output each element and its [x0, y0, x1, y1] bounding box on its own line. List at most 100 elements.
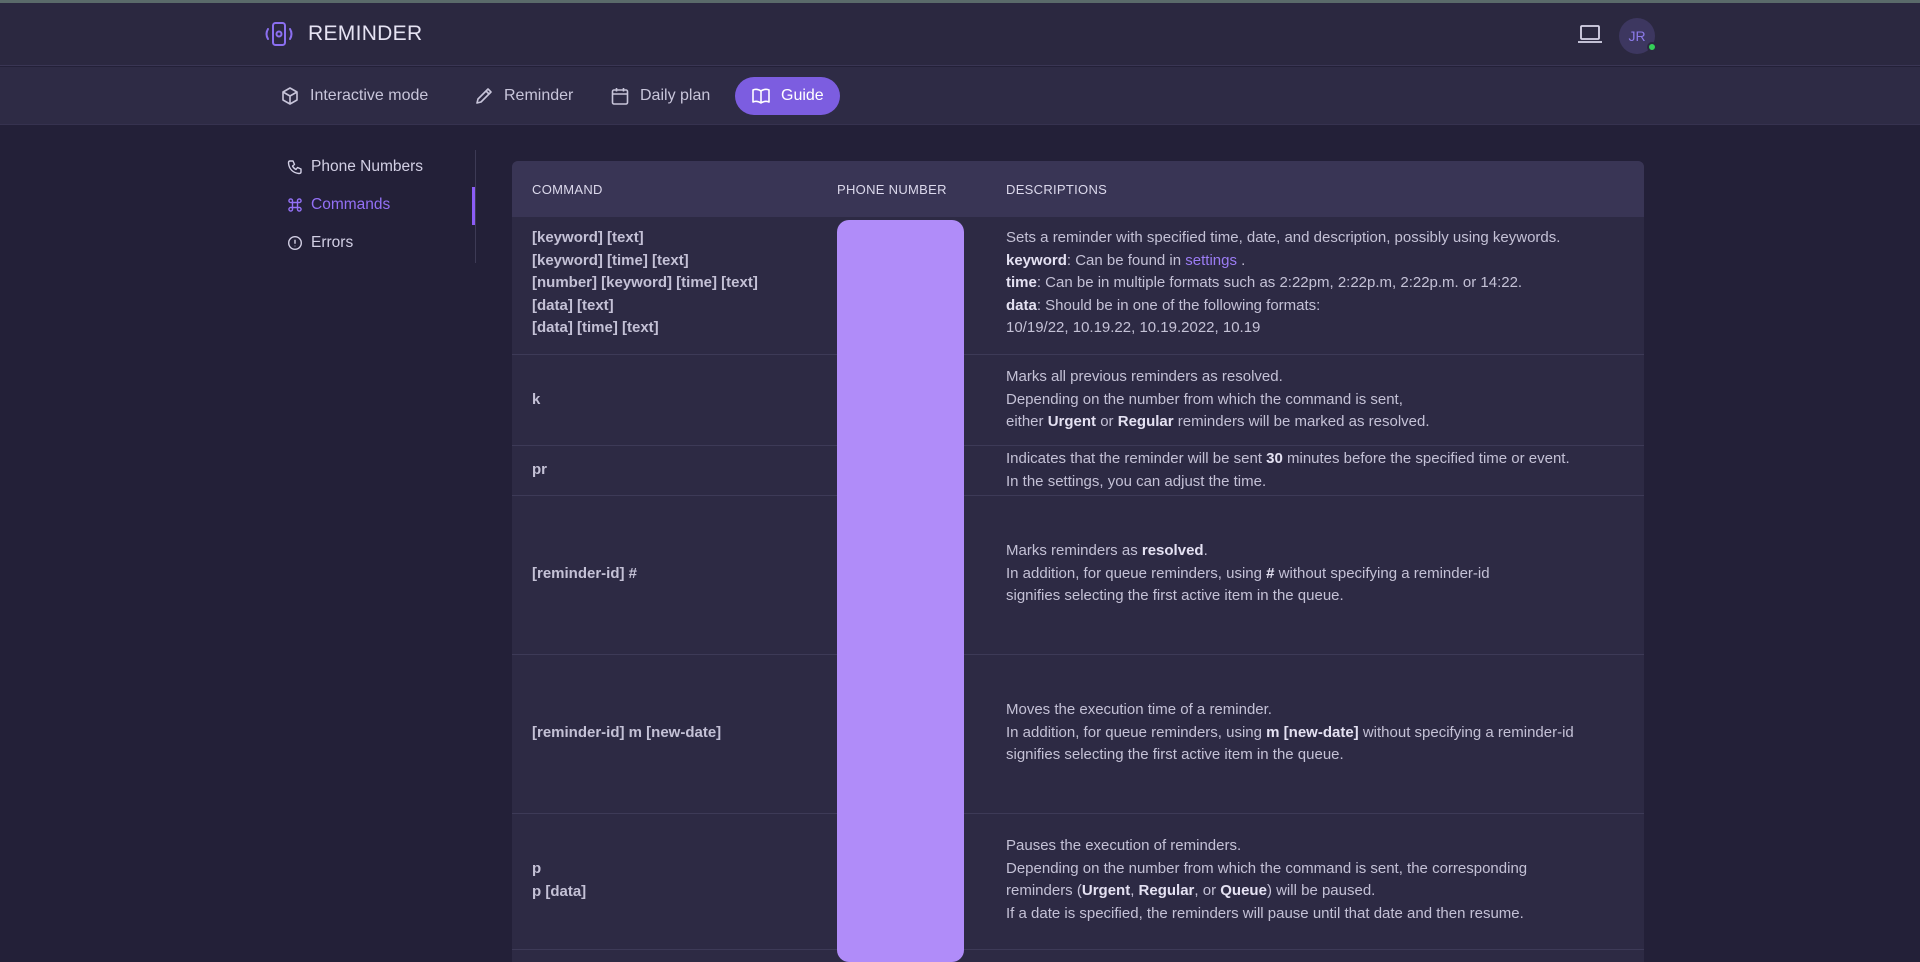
brand[interactable]: REMINDER [262, 20, 422, 48]
column-header-phone-number: PHONE NUMBER [837, 182, 947, 197]
table-row: [reminder-id] m [new-date] Moves the exe… [512, 654, 1644, 813]
description-line: time: Can be in multiple formats such as… [1006, 272, 1631, 295]
cube-icon [282, 87, 298, 105]
description-text: , [1130, 882, 1139, 899]
sidebar-item-phone-numbers[interactable]: Phone Numbers [287, 155, 423, 179]
user-avatar[interactable]: JR [1619, 18, 1657, 54]
description-line: signifies selecting the first active ite… [1006, 587, 1344, 604]
description-line: In addition, for queue reminders, using … [1006, 563, 1631, 586]
tab-label: Interactive mode [310, 87, 429, 104]
description-text: without specifying a reminder-id [1274, 564, 1490, 582]
tab-label: Reminder [504, 87, 574, 104]
sidebar-item-label: Phone Numbers [311, 158, 424, 175]
command-text: p [532, 860, 542, 877]
term: 30 [1266, 450, 1283, 467]
guide-sidebar: Phone Numbers Commands Errors [270, 150, 476, 263]
tab-interactive-mode[interactable]: Interactive mode [264, 77, 444, 115]
term: # [1266, 564, 1275, 582]
command-text: [reminder-id] m [new-date] [532, 724, 722, 741]
command-cell: [keyword] [text] [keyword] [time] [text]… [532, 227, 758, 340]
tab-reminder[interactable]: Reminder [458, 77, 589, 115]
description-line: If a date is specified, the reminders wi… [1006, 904, 1524, 922]
main-nav: Interactive mode Reminder Daily plan Gui… [0, 67, 1920, 125]
sidebar-item-errors[interactable]: Errors [287, 231, 353, 255]
pencil-icon [476, 88, 492, 104]
table-row [512, 949, 1644, 962]
description-text: reminders ( [1006, 882, 1082, 899]
description-cell: Pauses the execution of reminders. Depen… [1006, 835, 1631, 925]
description-line: Depending on the number from which the c… [1006, 390, 1403, 408]
description-text: ) will be paused. [1266, 882, 1376, 899]
description-line: In the settings, you can adjust the time… [1006, 472, 1267, 490]
term: Regular [1138, 882, 1195, 899]
description-text: In addition, for queue reminders, using [1006, 564, 1267, 582]
command-text: pr [532, 461, 547, 478]
term: m [new-date] [1266, 723, 1359, 741]
command-cell: pr [532, 459, 547, 482]
command-cell: [reminder-id] # [532, 563, 637, 586]
term: time [1006, 274, 1037, 291]
phone-number-redaction [837, 220, 964, 962]
description-line: Indicates that the reminder will be sent… [1006, 448, 1631, 471]
description-line: signifies selecting the first active ite… [1006, 746, 1344, 763]
description-text: : Can be in multiple formats such as 2:2… [1036, 274, 1523, 291]
sidebar-active-indicator [472, 187, 475, 225]
description-cell: Marks reminders as resolved. In addition… [1006, 540, 1631, 608]
description-text: . [1236, 251, 1246, 269]
settings-link[interactable]: settings [1185, 252, 1237, 269]
command-text: [reminder-id] # [532, 565, 638, 582]
commands-table: COMMAND PHONE NUMBER DESCRIPTIONS [keywo… [512, 161, 1644, 962]
command-text: p [data] [532, 882, 587, 900]
description-text: : Can be found in [1066, 251, 1186, 269]
phone-vibrate-icon [265, 22, 293, 46]
description-line: Pauses the execution of reminders. [1006, 837, 1242, 854]
phone-icon [287, 160, 302, 175]
description-line: Moves the execution time of a reminder. [1006, 701, 1272, 718]
laptop-icon[interactable] [1577, 23, 1603, 45]
command-text: [number] [keyword] [time] [text] [532, 274, 758, 291]
description-text: . [1203, 542, 1208, 559]
term: keyword [1006, 251, 1067, 269]
description-line: Marks reminders as resolved. [1006, 540, 1631, 563]
calendar-icon [611, 88, 629, 105]
table-row: [keyword] [text] [keyword] [time] [text]… [512, 217, 1644, 354]
description-text: reminders will be marked as resolved. [1173, 413, 1430, 430]
description-text: without specifying a reminder-id [1358, 723, 1574, 741]
description-text: In addition, for queue reminders, using [1006, 723, 1267, 741]
book-icon [752, 88, 770, 104]
description-text: : Should be in one of the following form… [1036, 296, 1321, 314]
description-cell: Marks all previous reminders as resolved… [1006, 366, 1631, 434]
term: Urgent [1047, 413, 1097, 430]
description-line: reminders (Urgent, Regular, or Queue) wi… [1006, 880, 1631, 903]
command-cell: k [532, 389, 540, 412]
sidebar-item-label: Errors [311, 234, 354, 251]
description-line: 10/19/22, 10.19.22, 10.19.2022, 10.19 [1006, 319, 1261, 336]
description-line: Marks all previous reminders as resolved… [1006, 368, 1283, 385]
tab-label: Guide [781, 87, 824, 104]
description-text: minutes before the specified time or eve… [1282, 450, 1570, 467]
column-header-descriptions: DESCRIPTIONS [1006, 182, 1108, 197]
description-text: Marks reminders as [1006, 542, 1142, 559]
command-text: [data] [text] [532, 296, 614, 314]
sidebar-item-commands[interactable]: Commands [287, 193, 390, 217]
description-text: , or [1194, 882, 1221, 899]
app-header: REMINDER JR [0, 3, 1920, 66]
command-icon [288, 198, 302, 212]
command-text: [keyword] [text] [532, 229, 644, 246]
command-cell: [reminder-id] m [new-date] [532, 722, 721, 745]
alert-circle-icon [287, 235, 303, 251]
term: Regular [1117, 413, 1174, 430]
tab-label: Daily plan [640, 87, 711, 104]
table-row: k Marks all previous reminders as resolv… [512, 354, 1644, 445]
table-row: pr Indicates that the reminder will be s… [512, 445, 1644, 495]
description-line: Sets a reminder with specified time, dat… [1006, 229, 1561, 246]
tab-daily-plan[interactable]: Daily plan [594, 77, 726, 115]
description-text: Indicates that the reminder will be sent [1006, 450, 1267, 467]
description-text: either [1006, 413, 1048, 430]
table-row: [reminder-id] # Marks reminders as resol… [512, 495, 1644, 654]
description-line: data: Should be in one of the following … [1006, 295, 1631, 318]
description-line: keyword: Can be found in settings . [1006, 250, 1631, 273]
description-cell: Indicates that the reminder will be sent… [1006, 448, 1631, 493]
tab-guide[interactable]: Guide [735, 77, 840, 115]
column-header-command: COMMAND [532, 182, 603, 197]
